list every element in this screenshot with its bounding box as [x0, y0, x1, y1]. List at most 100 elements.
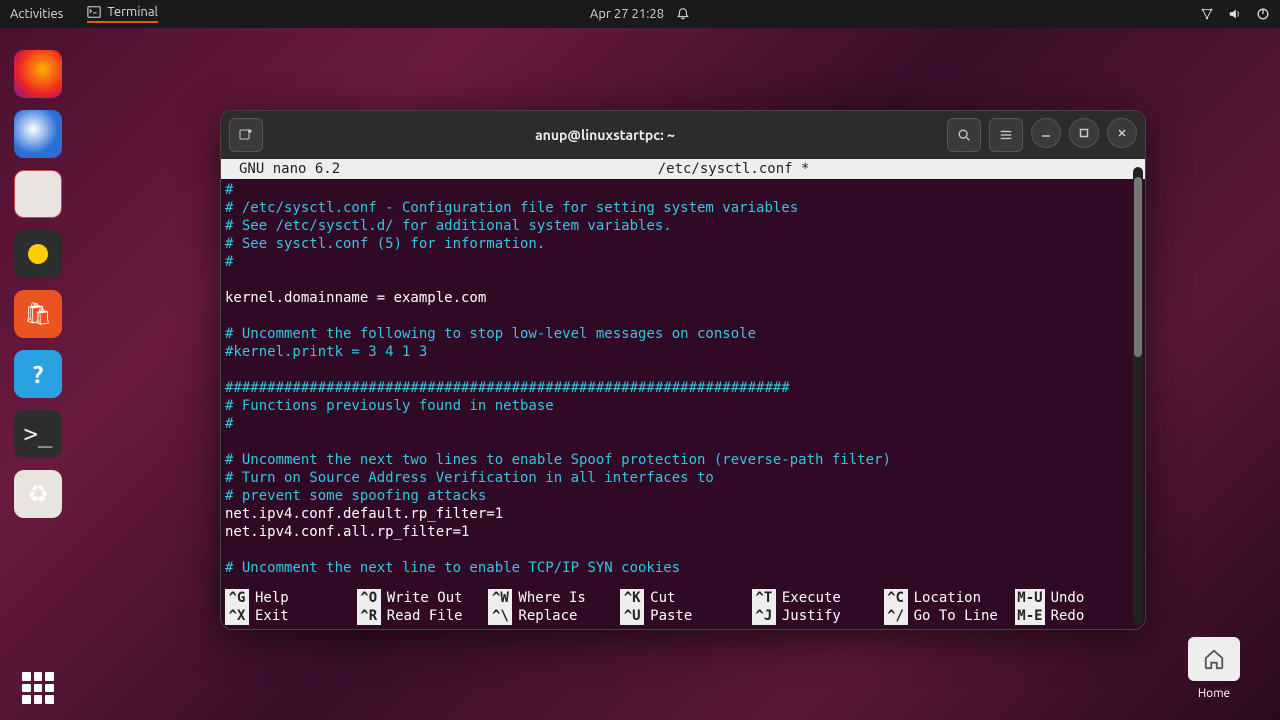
nano-hint-label: Undo	[1051, 589, 1085, 607]
clock[interactable]: Apr 27 21:28	[590, 7, 664, 21]
nano-hint-label: Read File	[387, 607, 463, 625]
nano-line: net.ipv4.conf.all.rp_filter=1	[225, 523, 1141, 541]
help-icon[interactable]: ?	[14, 350, 62, 398]
nano-line: # See /etc/sysctl.d/ for additional syst…	[225, 217, 1141, 235]
home-folder-icon	[1188, 637, 1240, 681]
nano-hint: ^G Help	[225, 589, 351, 607]
nano-hint-label: Replace	[518, 607, 577, 625]
terminal-dock-icon[interactable]: >_	[14, 410, 62, 458]
nano-header: GNU nano 6.2 /etc/sysctl.conf *	[221, 159, 1145, 179]
nano-hint-key: ^X	[225, 607, 249, 625]
nano-line: # Uncomment the next line to enable TCP/…	[225, 559, 1141, 577]
nano-hint-key: ^\	[488, 607, 512, 625]
hamburger-menu-button[interactable]	[989, 118, 1023, 152]
gnome-topbar: Activities Terminal Apr 27 21:28	[0, 0, 1280, 28]
nano-line	[225, 307, 1141, 325]
nano-line: #	[225, 415, 1141, 433]
nano-hint-label: Go To Line	[914, 607, 998, 625]
thunderbird-icon[interactable]	[14, 110, 62, 158]
nano-hint-label: Help	[255, 589, 289, 607]
nano-hint: ^R Read File	[357, 607, 483, 625]
nano-hint-key: ^O	[357, 589, 381, 607]
nano-hint-key: ^/	[884, 607, 908, 625]
nano-hint: ^U Paste	[620, 607, 746, 625]
search-button[interactable]	[947, 118, 981, 152]
nano-line: # See sysctl.conf (5) for information.	[225, 235, 1141, 253]
nano-hint-label: Where Is	[518, 589, 585, 607]
nano-line: kernel.domainname = example.com	[225, 289, 1141, 307]
nano-hint-label: Cut	[650, 589, 675, 607]
nano-line	[225, 541, 1141, 559]
maximize-button[interactable]	[1069, 118, 1099, 148]
window-titlebar: anup@linuxstartpc: ~	[221, 111, 1145, 159]
nano-file-name: /etc/sysctl.conf *	[658, 160, 810, 178]
files-icon[interactable]	[14, 170, 62, 218]
nano-line: # Turn on Source Address Verification in…	[225, 469, 1141, 487]
nano-line: #	[225, 253, 1141, 271]
nano-line: # prevent some spoofing attacks	[225, 487, 1141, 505]
nano-hint: ^C Location	[884, 589, 1010, 607]
nano-line: # Uncomment the following to stop low-le…	[225, 325, 1141, 343]
nano-hint-label: Redo	[1051, 607, 1085, 625]
nano-hint-label: Write Out	[387, 589, 463, 607]
activities-button[interactable]: Activities	[10, 7, 63, 21]
desktop-home-label: Home	[1188, 687, 1240, 700]
nano-hint-label: Justify	[782, 607, 841, 625]
firefox-icon[interactable]	[14, 50, 62, 98]
nano-hint-label: Execute	[782, 589, 841, 607]
nano-line	[225, 271, 1141, 289]
nano-hint-label: Location	[914, 589, 981, 607]
nano-footer: ^G Help ^O Write Out ^W Where Is ^K Cut ^T Execut…	[221, 589, 1145, 629]
nano-hint-key: ^U	[620, 607, 644, 625]
active-app-name: Terminal	[107, 5, 158, 19]
show-applications-button[interactable]	[14, 664, 62, 712]
volume-icon[interactable]	[1228, 7, 1242, 21]
scrollbar-thumb[interactable]	[1134, 177, 1142, 357]
trash-icon[interactable]: ♻	[14, 470, 62, 518]
nano-hint-key: ^G	[225, 589, 249, 607]
scrollbar[interactable]	[1133, 167, 1143, 625]
terminal-app-icon	[87, 5, 101, 19]
nano-body[interactable]: # # /etc/sysctl.conf - Configuration file…	[221, 179, 1145, 589]
nano-line	[225, 433, 1141, 451]
nano-hint: ^/ Go To Line	[884, 607, 1010, 625]
nano-hint-label: Exit	[255, 607, 289, 625]
nano-line: # Functions previously found in netbase	[225, 397, 1141, 415]
nano-app-name: GNU nano 6.2	[239, 160, 340, 178]
nano-hint-key: ^K	[620, 589, 644, 607]
active-app-indicator[interactable]: Terminal	[87, 5, 158, 23]
network-icon[interactable]	[1200, 7, 1214, 21]
nano-hint: ^W Where Is	[488, 589, 614, 607]
nano-hint: ^K Cut	[620, 589, 746, 607]
nano-hint-key: M-U	[1015, 589, 1044, 607]
nano-hint: ^J Justify	[752, 607, 878, 625]
close-button[interactable]	[1107, 118, 1137, 148]
nano-hint: ^T Execute	[752, 589, 878, 607]
nano-hint: M-E Redo	[1015, 607, 1141, 625]
nano-hint-key: ^W	[488, 589, 512, 607]
nano-hint: ^\ Replace	[488, 607, 614, 625]
nano-hint-label: Paste	[650, 607, 692, 625]
nano-line: # /etc/sysctl.conf - Configuration file …	[225, 199, 1141, 217]
power-icon[interactable]	[1256, 7, 1270, 21]
rhythmbox-icon[interactable]	[14, 230, 62, 278]
nano-hint-key: ^R	[357, 607, 381, 625]
nano-hint: M-U Undo	[1015, 589, 1141, 607]
new-tab-button[interactable]	[229, 118, 263, 152]
nano-line: #kernel.printk = 3 4 1 3	[225, 343, 1141, 361]
nano-hint-key: ^J	[752, 607, 776, 625]
nano-hint-key: ^T	[752, 589, 776, 607]
minimize-button[interactable]	[1031, 118, 1061, 148]
nano-editor[interactable]: GNU nano 6.2 /etc/sysctl.conf * # # /etc/…	[221, 159, 1145, 629]
nano-hint-key: ^C	[884, 589, 908, 607]
window-title: anup@linuxstartpc: ~	[271, 127, 939, 143]
nano-line: net.ipv4.conf.default.rp_filter=1	[225, 505, 1141, 523]
notifications-icon[interactable]	[676, 7, 690, 21]
desktop-home-folder[interactable]: Home	[1188, 637, 1240, 700]
nano-hint-key: M-E	[1015, 607, 1044, 625]
software-icon[interactable]: 🛍	[14, 290, 62, 338]
nano-hint: ^O Write Out	[357, 589, 483, 607]
terminal-window: anup@linuxstartpc: ~ GNU nano 6.2 /etc/s…	[220, 110, 1146, 630]
nano-line	[225, 361, 1141, 379]
nano-line: ########################################…	[225, 379, 1141, 397]
